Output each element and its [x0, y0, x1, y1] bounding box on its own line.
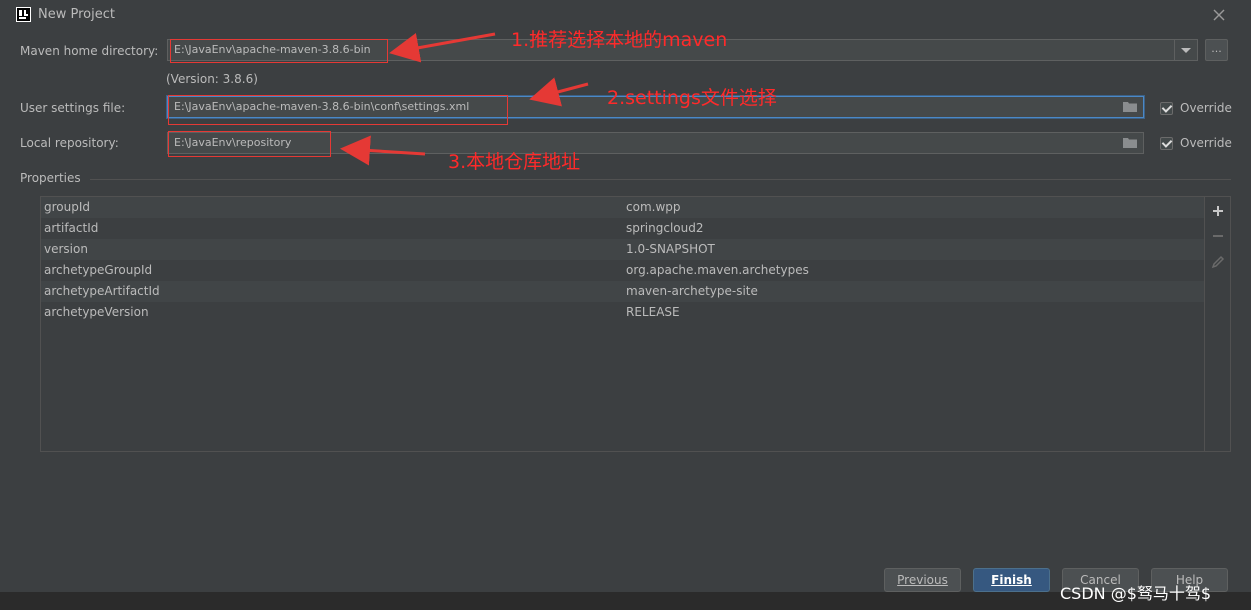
property-key: groupId — [44, 200, 91, 214]
property-value[interactable]: RELEASE — [626, 305, 680, 319]
properties-label: Properties — [20, 171, 81, 185]
property-key: archetypeVersion — [44, 305, 149, 319]
finish-button-label: Finish — [991, 573, 1032, 587]
table-row[interactable]: version 1.0-SNAPSHOT — [41, 239, 1204, 260]
annotation-box-maven-home — [170, 39, 388, 63]
close-icon[interactable] — [1210, 6, 1228, 24]
new-project-dialog: New Project Maven home directory: E:\Jav… — [0, 0, 1251, 610]
local-repo-override-label: Override — [1180, 136, 1232, 150]
edit-pencil-icon[interactable] — [1210, 254, 1226, 270]
user-settings-override-checkbox[interactable] — [1160, 102, 1173, 115]
properties-table[interactable]: groupId com.wpp artifactId springcloud2 … — [40, 196, 1205, 452]
maven-home-label: Maven home directory: — [20, 44, 159, 58]
properties-separator — [90, 179, 1231, 180]
folder-icon[interactable] — [1123, 101, 1137, 112]
property-value[interactable]: maven-archetype-site — [626, 284, 758, 298]
annotation-box-local-repo — [168, 131, 331, 157]
local-repo-override-checkbox[interactable] — [1160, 137, 1173, 150]
property-key: artifactId — [44, 221, 99, 235]
maven-version-text: (Version: 3.8.6) — [166, 72, 258, 86]
table-row[interactable]: groupId com.wpp — [41, 197, 1204, 218]
table-row[interactable]: archetypeVersion RELEASE — [41, 302, 1204, 323]
property-key: archetypeArtifactId — [44, 284, 160, 298]
add-icon[interactable] — [1210, 203, 1226, 219]
finish-button[interactable]: Finish — [973, 568, 1050, 592]
user-settings-override-label: Override — [1180, 101, 1232, 115]
property-value[interactable]: 1.0-SNAPSHOT — [626, 242, 715, 256]
annotation-note-1: 1.推荐选择本地的maven — [511, 29, 728, 51]
maven-home-browse-button[interactable]: ... — [1205, 39, 1228, 61]
properties-toolbar — [1205, 196, 1231, 452]
property-key: archetypeGroupId — [44, 263, 153, 277]
property-value[interactable]: org.apache.maven.archetypes — [626, 263, 809, 277]
previous-button[interactable]: Previous — [884, 568, 961, 592]
table-row[interactable]: artifactId springcloud2 — [41, 218, 1204, 239]
annotation-box-settings — [168, 95, 508, 125]
annotation-note-2: 2.settings文件选择 — [607, 87, 777, 109]
previous-button-label: Previous — [897, 573, 948, 587]
local-repo-label: Local repository: — [20, 136, 119, 150]
csdn-watermark: CSDN @$驽马十驾$ — [1060, 584, 1212, 603]
annotation-note-3: 3.本地仓库地址 — [448, 151, 581, 173]
window-title: New Project — [38, 7, 115, 22]
property-value[interactable]: springcloud2 — [626, 221, 704, 235]
property-key: version — [44, 242, 88, 256]
table-row[interactable]: archetypeGroupId org.apache.maven.archet… — [41, 260, 1204, 281]
user-settings-label: User settings file: — [20, 101, 126, 115]
property-value[interactable]: com.wpp — [626, 200, 681, 214]
remove-icon[interactable] — [1210, 228, 1226, 244]
chevron-down-icon[interactable] — [1174, 40, 1197, 60]
intellij-logo-icon — [16, 7, 31, 22]
table-row[interactable]: archetypeArtifactId maven-archetype-site — [41, 281, 1204, 302]
folder-icon[interactable] — [1123, 137, 1137, 148]
